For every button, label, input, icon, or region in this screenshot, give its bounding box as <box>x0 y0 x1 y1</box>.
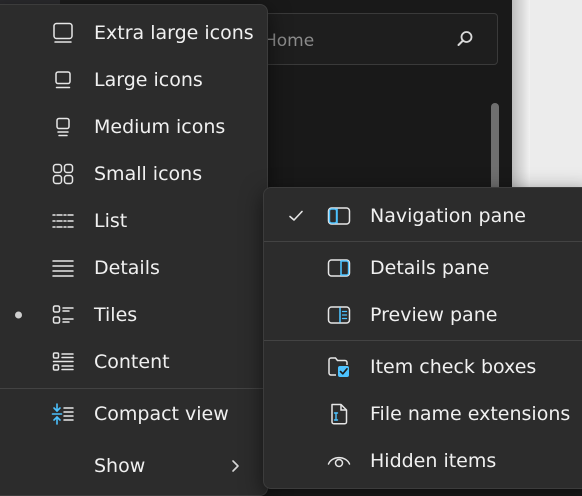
details-icon <box>52 260 74 277</box>
chevron-right-icon <box>232 460 239 472</box>
large-icons-icon <box>55 71 71 89</box>
menu-item-label: List <box>94 210 128 232</box>
submenu-item-label: Item check boxes <box>370 356 537 378</box>
menu-item-list[interactable]: List <box>0 199 267 243</box>
submenu-item-label: Navigation pane <box>370 205 526 227</box>
menu-item-small-icons[interactable]: Small icons <box>0 152 267 196</box>
navigation-pane-icon <box>327 207 351 225</box>
menu-item-label: Extra large icons <box>94 22 254 44</box>
view-menu: Extra large icons Large icons Medium ico… <box>0 4 268 496</box>
checkmark-icon <box>289 210 303 221</box>
item-check-boxes-icon <box>328 357 349 377</box>
menu-item-details[interactable]: Details <box>0 246 267 290</box>
menu-separator <box>0 388 267 389</box>
submenu-item-hidden-items[interactable]: Hidden items <box>264 439 582 483</box>
menu-separator <box>264 241 582 242</box>
menu-item-label: Small icons <box>94 163 203 185</box>
submenu-item-label: File name extensions <box>370 403 571 425</box>
menu-item-extra-large-icons[interactable]: Extra large icons <box>0 11 267 55</box>
menu-item-tiles[interactable]: Tiles <box>0 293 267 337</box>
extra-large-icons-icon <box>53 22 73 43</box>
submenu-item-details-pane[interactable]: Details pane <box>264 246 582 290</box>
submenu-item-label: Hidden items <box>370 450 497 472</box>
submenu-item-navigation-pane[interactable]: Navigation pane <box>264 194 582 238</box>
compact-view-icon <box>51 403 74 425</box>
small-icons-icon <box>52 163 74 185</box>
menu-item-label: Show <box>94 455 146 477</box>
menu-item-label: Tiles <box>94 304 138 326</box>
submenu-item-item-check-boxes[interactable]: Item check boxes <box>264 345 582 389</box>
list-icon <box>52 214 74 228</box>
search-icon[interactable] <box>455 29 475 49</box>
submenu-item-file-name-extensions[interactable]: File name extensions <box>264 392 582 436</box>
menu-item-compact-view[interactable]: Compact view <box>0 392 267 436</box>
tiles-icon <box>52 305 74 324</box>
medium-icons-icon <box>56 117 70 137</box>
show-submenu: Navigation pane Details pane Preview pan… <box>263 187 582 489</box>
details-pane-icon <box>327 259 351 277</box>
selected-bullet-icon <box>15 311 22 319</box>
search-box[interactable]: Home <box>230 13 498 65</box>
menu-item-content[interactable]: Content <box>0 340 267 384</box>
submenu-item-preview-pane[interactable]: Preview pane <box>264 293 582 337</box>
content-icon <box>52 352 74 371</box>
menu-item-show[interactable]: Show <box>0 444 267 488</box>
menu-item-label: Details <box>94 257 160 279</box>
preview-pane-icon <box>327 306 351 324</box>
hidden-items-icon <box>327 456 351 468</box>
menu-item-medium-icons[interactable]: Medium icons <box>0 105 267 149</box>
search-placeholder: Home <box>264 31 315 51</box>
menu-item-large-icons[interactable]: Large icons <box>0 58 267 102</box>
menu-item-label: Compact view <box>94 403 229 425</box>
submenu-item-label: Details pane <box>370 257 490 279</box>
menu-separator <box>264 340 582 341</box>
menu-item-label: Large icons <box>94 69 203 91</box>
submenu-item-label: Preview pane <box>370 304 498 326</box>
menu-item-label: Medium icons <box>94 116 226 138</box>
scrollbar-thumb[interactable] <box>491 103 499 193</box>
menu-item-label: Content <box>94 351 170 373</box>
file-name-extensions-icon <box>331 403 348 425</box>
